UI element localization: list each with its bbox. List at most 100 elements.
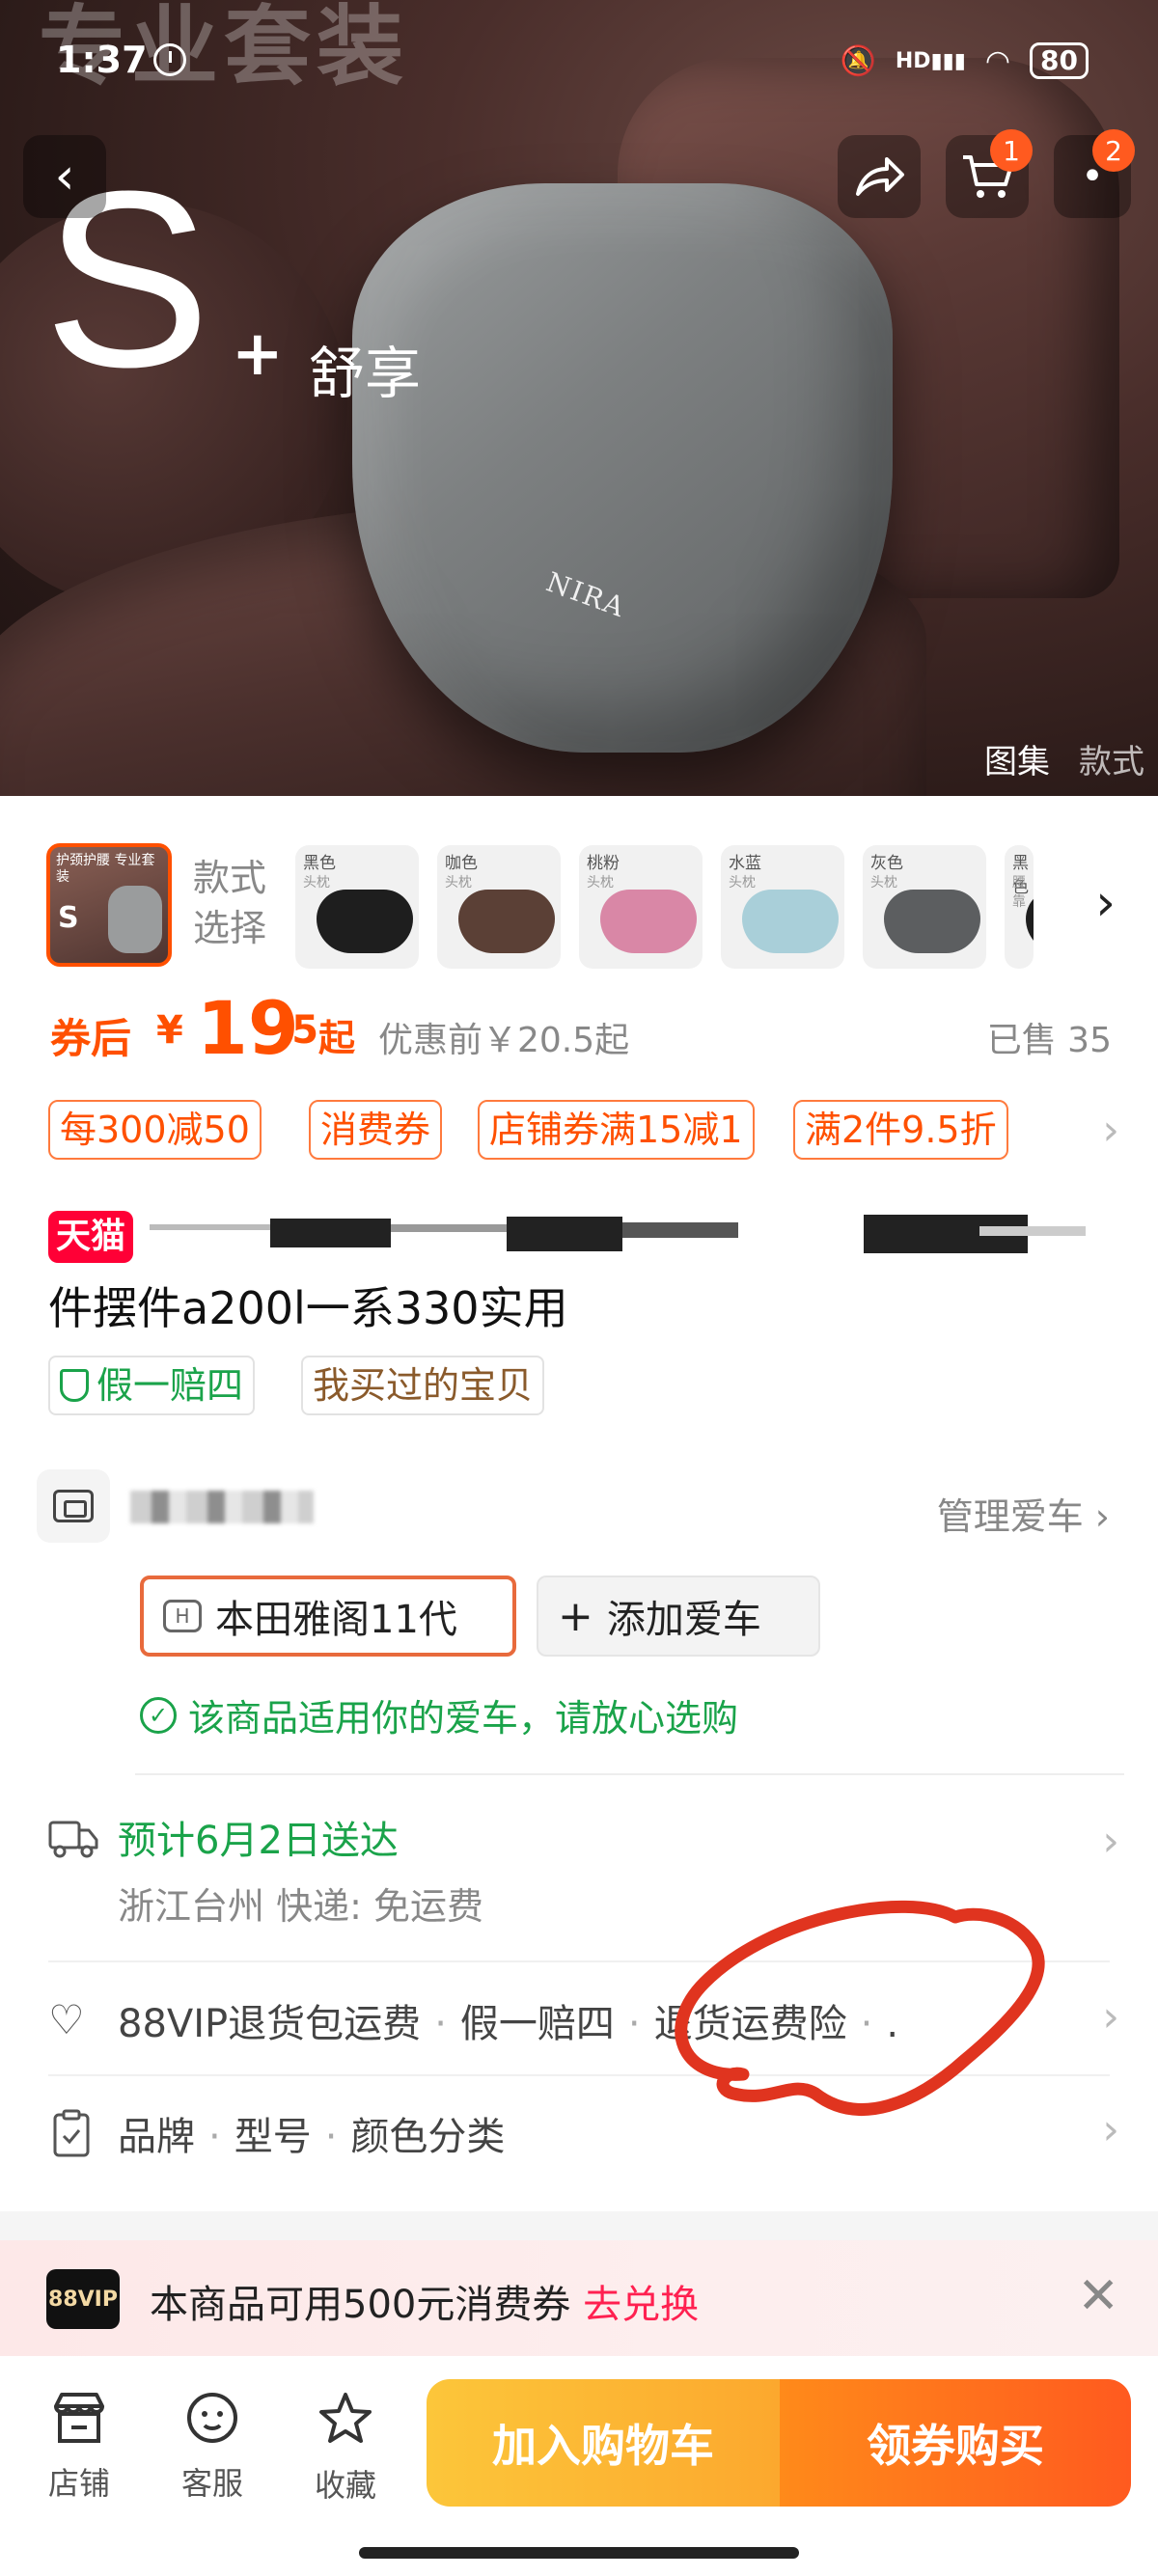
variant-name: 黑色 [303, 854, 336, 873]
redaction-bar [979, 1226, 1086, 1236]
promo-tag[interactable]: 满2件9.5折 [793, 1100, 1008, 1160]
manage-car-link[interactable]: 管理爱车 › [937, 1487, 1110, 1540]
add-car-button[interactable]: + 添加爱车 [537, 1576, 820, 1657]
param-item: 品牌 [118, 2115, 195, 2159]
divider [48, 1960, 1110, 1962]
params-row[interactable]: 品牌 · 型号 · 颜色分类 › [48, 2105, 1119, 2163]
variant-tag: 头枕 [587, 875, 614, 891]
variant-name: 桃粉 [587, 854, 620, 873]
variant-thumb-selected[interactable]: 护颈护腰 专业套装 S [46, 843, 172, 967]
param-item: 颜色分类 [350, 2115, 506, 2159]
thumb-caption: 护颈护腰 专业套装 [56, 853, 155, 885]
guarantee-tag[interactable]: 假一赔四 [48, 1356, 256, 1415]
variant-name: 咖色 [445, 854, 478, 873]
thumb-pillow [108, 886, 162, 953]
service-item: 假一赔四 [459, 2002, 615, 2046]
share-button[interactable] [838, 135, 921, 218]
services-list: 88VIP退货包运费 · 假一赔四 · 退货运费险 ·. [118, 2002, 899, 2046]
chevron-right-icon: › [1102, 2105, 1119, 2154]
status-bar: 1:37 🔕 HD▮▮▮ ◠ 80 [0, 39, 1158, 96]
fit-message: 该商品适用你的爱车，请放心选购 [188, 1697, 739, 1740]
services-row[interactable]: ♡ 88VIP退货包运费 · 假一赔四 · 退货运费险 ·. › [48, 1992, 1119, 2050]
purchased-tag[interactable]: 我买过的宝贝 [301, 1356, 545, 1415]
hero-subtitle: 舒享 [309, 341, 422, 406]
more-button[interactable]: • 2 [1054, 129, 1135, 218]
delivery-estimate: 预计6月2日送达 [118, 1819, 399, 1863]
service-item: 退货运费险 [653, 2002, 847, 2046]
tmall-badge: 天猫 [48, 1211, 134, 1263]
shield-check-icon [60, 1369, 89, 1402]
params-list: 品牌 · 型号 · 颜色分类 [118, 2115, 506, 2159]
redaction-bar [270, 1219, 391, 1247]
price-decimal: .5 [277, 1008, 319, 1053]
delivery-row[interactable]: 预计6月2日送达 浙江台州 快递: 免运费 › [48, 1809, 1119, 1934]
chevron-right-icon[interactable]: › [1095, 874, 1116, 932]
variant-tag: 头枕 [870, 875, 897, 891]
back-arrow-icon: ‹ [54, 148, 75, 206]
cart-badge: 1 [990, 129, 1033, 172]
battery-indicator: 80 [1030, 42, 1089, 79]
variant-swatch [458, 890, 555, 953]
variant-selector: 护颈护腰 专业套装 S 款式选择 黑色 头枕 咖色 头枕 桃粉 头枕 水蓝 头枕… [0, 839, 1158, 970]
favorite-label: 收藏 [314, 2467, 376, 2504]
delivery-detail: 浙江台州 快递: 免运费 [118, 1885, 483, 1928]
tab-styles[interactable]: 款式 [1079, 735, 1144, 782]
shop-icon [31, 2391, 127, 2459]
close-icon[interactable]: ✕ [1077, 2267, 1119, 2325]
back-button[interactable]: ‹ [23, 135, 106, 218]
tab-gallery[interactable]: 图集 [984, 735, 1050, 782]
fit-confirmation: ✓ 该商品适用你的爱车，请放心选购 [140, 1688, 738, 1741]
variant-thumb[interactable]: 灰色 头枕 [863, 845, 986, 969]
signal-icon: HD▮▮▮ [895, 48, 966, 73]
redaction-bar [622, 1222, 738, 1238]
variant-thumb[interactable]: 黑色 腰靠 [1005, 845, 1034, 969]
hero-plus: + [232, 318, 284, 390]
share-icon [856, 157, 904, 196]
lumbar-pillow [352, 183, 893, 753]
status-icons: 🔕 HD▮▮▮ ◠ 80 [840, 42, 1089, 79]
star-icon [297, 2391, 394, 2461]
add-to-cart-button[interactable]: 加入购物车 [427, 2379, 780, 2507]
variant-name: 灰色 [870, 854, 903, 873]
guarantee-label: 假一赔四 [96, 1364, 244, 1407]
variant-thumb[interactable]: 咖色 头枕 [437, 845, 561, 969]
favorite-button[interactable]: 收藏 [297, 2391, 394, 2506]
variant-tag: 头枕 [303, 875, 330, 891]
selected-car-chip[interactable]: H 本田雅阁11代 [140, 1576, 516, 1657]
customer-service-button[interactable]: 客服 [164, 2391, 261, 2504]
price-before-discount: 优惠前￥20.5起 [378, 1021, 630, 1060]
redaction-bar [507, 1217, 622, 1251]
promo-tag[interactable]: 消费券 [309, 1100, 443, 1160]
variant-thumb[interactable]: 水蓝 头枕 [721, 845, 844, 969]
variant-thumb[interactable]: 桃粉 头枕 [579, 845, 703, 969]
variant-tag: 头枕 [445, 875, 472, 891]
product-image-carousel[interactable]: NIRA 专业套装 S + 舒享 1:37 🔕 HD▮▮▮ ◠ 80 ‹ 1 •… [0, 0, 1158, 796]
shop-button[interactable]: 店铺 [31, 2391, 127, 2504]
variant-thumb[interactable]: 黑色 头枕 [295, 845, 419, 969]
vip-text: 本商品可用500元消费券 去兑换 [150, 2273, 699, 2329]
clock: 1:37 [56, 39, 186, 81]
param-item: 型号 [234, 2115, 312, 2159]
section-gap [0, 2211, 1158, 2240]
divider [135, 1773, 1124, 1775]
variant-tag: 头枕 [729, 875, 756, 891]
promo-tag[interactable]: 每300减50 [48, 1100, 262, 1160]
check-circle-icon: ✓ [140, 1696, 177, 1734]
variant-swatch [884, 890, 980, 953]
promo-tag[interactable]: 店铺券满15减1 [478, 1100, 755, 1160]
buy-with-coupon-button[interactable]: 领券购买 [780, 2379, 1131, 2507]
title-text: 件摆件a200l一系330实用 [48, 1282, 568, 1334]
promotion-row[interactable]: 每300减50 消费券 店铺券满15减1 满2件9.5折 › [48, 1100, 1119, 1164]
timer-icon [152, 43, 186, 76]
vip-redeem-link[interactable]: 去兑换 [583, 2283, 699, 2327]
sold-count: 已售 35 [986, 1021, 1112, 1060]
hero-tabs: 图集 款式 [984, 735, 1144, 782]
vip-message: 本商品可用500元消费券 [150, 2283, 571, 2327]
shop-label: 店铺 [47, 2465, 110, 2502]
variant-name: 水蓝 [729, 854, 761, 873]
vip-banner[interactable]: 88VIP 本商品可用500元消费券 去兑换 ✕ [0, 2240, 1158, 2356]
bottom-action-bar: 店铺 客服 收藏 加入购物车 领券购买 [0, 2356, 1158, 2576]
price-after-coupon-label: 券后 [50, 1015, 132, 1062]
chat-face-icon [164, 2391, 261, 2459]
cart-button[interactable]: 1 [946, 129, 1033, 218]
